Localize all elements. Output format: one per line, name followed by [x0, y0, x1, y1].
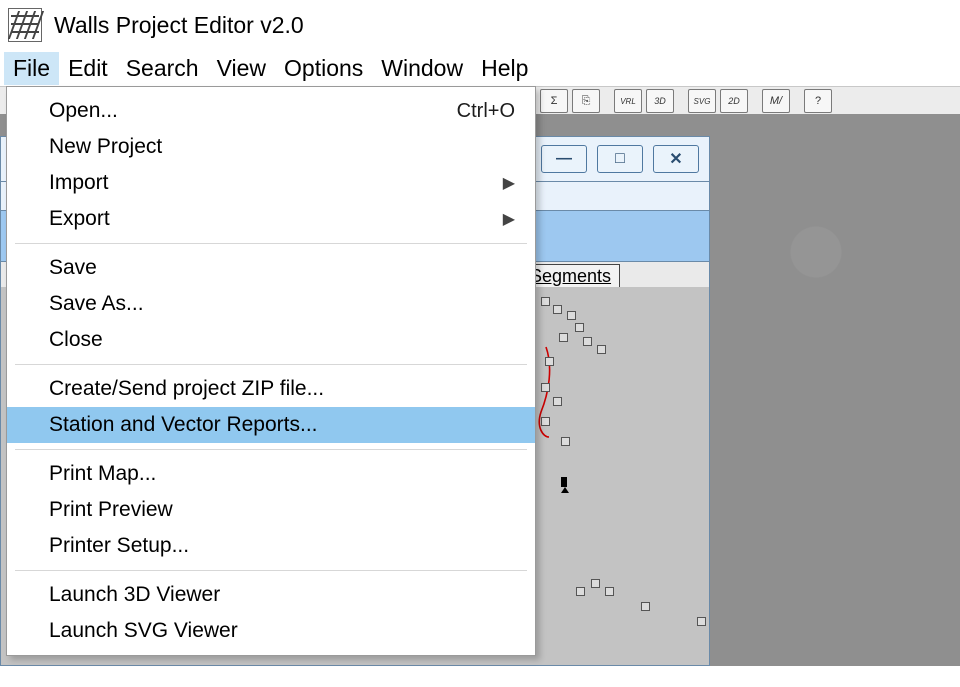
- menu-separator: [15, 243, 527, 244]
- measure-icon[interactable]: M/: [762, 89, 790, 113]
- menu-item-station-vector-reports[interactable]: Station and Vector Reports...: [7, 407, 535, 443]
- export-vrl-icon[interactable]: VRL: [614, 89, 642, 113]
- minimize-button[interactable]: —: [541, 145, 587, 173]
- submenu-arrow-icon: ▶: [503, 173, 515, 193]
- menu-item-label: Station and Vector Reports...: [49, 413, 318, 437]
- menu-item-save[interactable]: Save: [7, 250, 535, 286]
- menu-item-printer-setup[interactable]: Printer Setup...: [7, 528, 535, 564]
- menu-file[interactable]: File: [4, 52, 59, 85]
- menu-item-launch-3d[interactable]: Launch 3D Viewer: [7, 577, 535, 613]
- menu-item-open[interactable]: Open... Ctrl+O: [7, 93, 535, 129]
- menu-item-label: Print Map...: [49, 462, 156, 486]
- menu-item-label: Printer Setup...: [49, 534, 189, 558]
- menu-item-import[interactable]: Import ▶: [7, 165, 535, 201]
- menu-separator: [15, 449, 527, 450]
- menu-item-save-as[interactable]: Save As...: [7, 286, 535, 322]
- file-menu-dropdown: Open... Ctrl+O New Project Import ▶ Expo…: [6, 86, 536, 656]
- title-bar: Walls Project Editor v2.0: [0, 0, 960, 50]
- menu-separator: [15, 364, 527, 365]
- menu-item-shortcut: Ctrl+O: [457, 100, 515, 123]
- menu-search[interactable]: Search: [117, 52, 208, 85]
- menu-window[interactable]: Window: [372, 52, 472, 85]
- menu-item-label: Open...: [49, 99, 118, 123]
- menu-item-label: Launch SVG Viewer: [49, 619, 238, 643]
- menu-item-close[interactable]: Close: [7, 322, 535, 358]
- menu-item-label: Save: [49, 256, 97, 280]
- submenu-arrow-icon: ▶: [503, 209, 515, 229]
- menu-item-label: Create/Send project ZIP file...: [49, 377, 324, 401]
- menu-help[interactable]: Help: [472, 52, 537, 85]
- menu-item-print-map[interactable]: Print Map...: [7, 456, 535, 492]
- export-2d-icon[interactable]: 2D: [720, 89, 748, 113]
- menu-bar: File Edit Search View Options Window Hel…: [0, 50, 960, 86]
- menu-options[interactable]: Options: [275, 52, 372, 85]
- menu-item-zip[interactable]: Create/Send project ZIP file...: [7, 371, 535, 407]
- help-icon[interactable]: ?: [804, 89, 832, 113]
- menu-item-label: Launch 3D Viewer: [49, 583, 220, 607]
- menu-item-launch-svg[interactable]: Launch SVG Viewer: [7, 613, 535, 649]
- menu-edit[interactable]: Edit: [59, 52, 117, 85]
- menu-item-label: Print Preview: [49, 498, 173, 522]
- menu-item-label: New Project: [49, 135, 162, 159]
- export-svg-icon[interactable]: SVG: [688, 89, 716, 113]
- menu-item-new-project[interactable]: New Project: [7, 129, 535, 165]
- menu-item-label: Save As...: [49, 292, 144, 316]
- app-icon: [8, 8, 42, 42]
- export-3d-icon[interactable]: 3D: [646, 89, 674, 113]
- sigma-icon[interactable]: Σ: [540, 89, 568, 113]
- clipboard-icon[interactable]: ⎘: [572, 89, 600, 113]
- close-button[interactable]: ✕: [653, 145, 699, 173]
- menu-item-label: Close: [49, 328, 103, 352]
- menu-item-export[interactable]: Export ▶: [7, 201, 535, 237]
- menu-item-print-preview[interactable]: Print Preview: [7, 492, 535, 528]
- menu-item-label: Import: [49, 171, 109, 195]
- menu-item-label: Export: [49, 207, 110, 231]
- menu-separator: [15, 570, 527, 571]
- app-title: Walls Project Editor v2.0: [54, 12, 304, 39]
- maximize-button[interactable]: □: [597, 145, 643, 173]
- menu-view[interactable]: View: [208, 52, 275, 85]
